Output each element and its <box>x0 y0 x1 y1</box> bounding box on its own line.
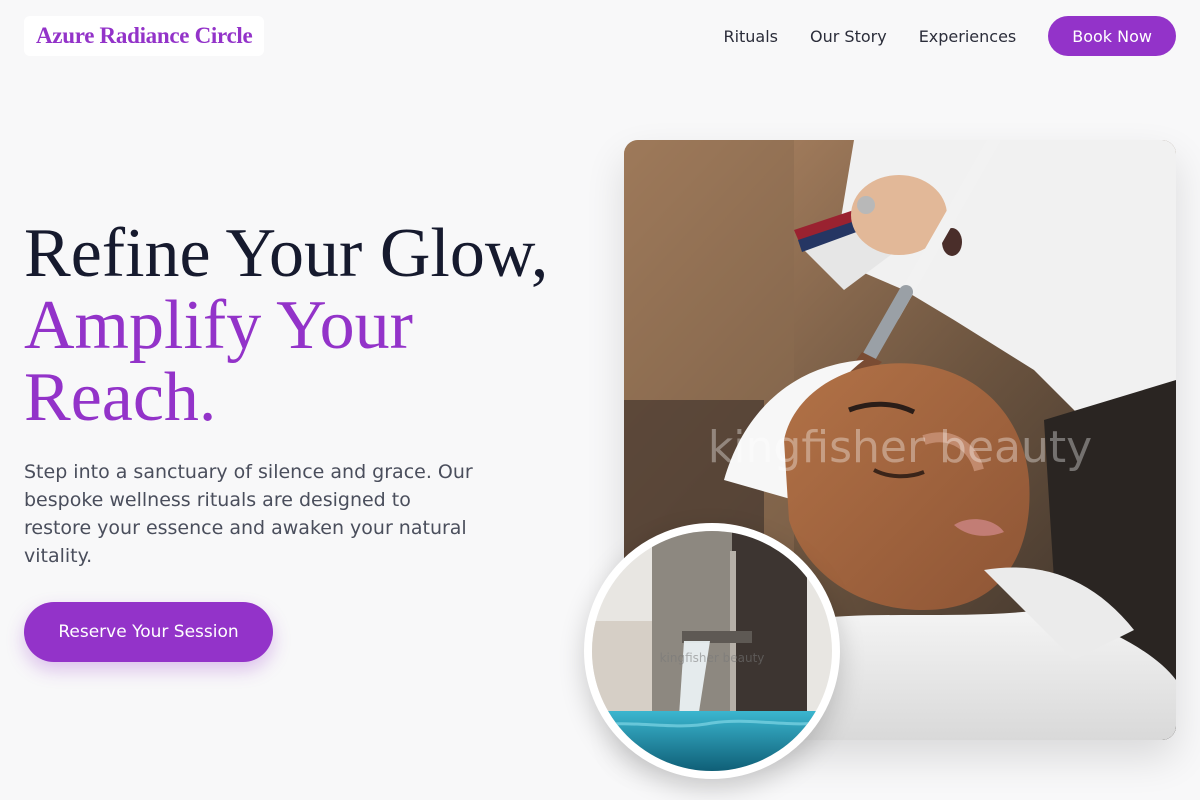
hero-description: Step into a sanctuary of silence and gra… <box>24 461 473 567</box>
brand-logo[interactable]: Azure Radiance Circle <box>24 16 265 56</box>
headline-accent: Amplify Your Reach. <box>24 287 413 436</box>
landing-page: Azure Radiance Circle Rituals Our Story … <box>0 0 1200 800</box>
spa-pool-photo: kingfisher beauty <box>584 523 840 779</box>
site-header: Azure Radiance Circle Rituals Our Story … <box>0 0 1200 72</box>
nav-link-our-story[interactable]: Our Story <box>810 27 887 46</box>
nav-link-experiences[interactable]: Experiences <box>919 27 1017 46</box>
nav-link-rituals[interactable]: Rituals <box>723 27 778 46</box>
reserve-session-button[interactable]: Reserve Your Session <box>24 602 273 662</box>
hero-headline: Refine Your Glow, Amplify Your Reach. <box>24 218 584 434</box>
spa-pool-illustration <box>592 531 832 771</box>
main-nav: Rituals Our Story Experiences Book Now <box>723 16 1176 56</box>
book-now-button[interactable]: Book Now <box>1048 16 1176 56</box>
headline-line-1: Refine Your Glow, <box>24 215 549 292</box>
